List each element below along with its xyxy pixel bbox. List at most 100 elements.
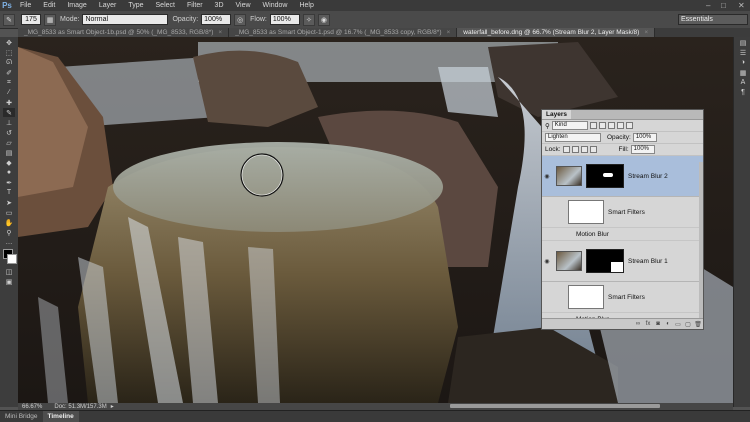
type-tool-icon[interactable]: T xyxy=(3,188,15,197)
crop-tool-icon[interactable]: ⌗ xyxy=(3,78,15,87)
delete-layer-icon[interactable]: 🗑 xyxy=(693,321,703,328)
layers-panel-title[interactable]: Layers xyxy=(542,110,571,119)
properties-panel-icon[interactable]: ☰ xyxy=(737,48,749,57)
layer-fill-field[interactable]: 100% xyxy=(630,145,655,154)
filter-adjustment-icon[interactable] xyxy=(598,122,606,129)
brush-tool-icon[interactable]: ✎ xyxy=(3,108,15,117)
quick-select-tool-icon[interactable]: ✐ xyxy=(3,68,15,77)
visibility-eye-icon[interactable]: ◉ xyxy=(542,258,552,265)
layer-stream-blur-2[interactable]: ◉ Stream Blur 2 xyxy=(542,156,703,197)
maximize-button[interactable]: □ xyxy=(721,0,726,11)
menu-3d[interactable]: 3D xyxy=(209,0,230,11)
menu-layer[interactable]: Layer xyxy=(93,0,123,11)
screen-mode-icon[interactable]: ▣ xyxy=(3,277,15,286)
tab-waterfall-before[interactable]: waterfall_before.dng @ 66.7% (Stream Blu… xyxy=(457,28,656,37)
pressure-size-icon[interactable]: ◉ xyxy=(317,13,330,26)
menu-select[interactable]: Select xyxy=(150,0,181,11)
menu-type[interactable]: Type xyxy=(122,0,149,11)
flow-field[interactable]: 100% xyxy=(269,14,300,25)
lock-position-icon[interactable] xyxy=(580,146,588,153)
lasso-tool-icon[interactable]: ᘏ xyxy=(3,58,15,67)
quick-mask-icon[interactable]: ◫ xyxy=(3,267,15,276)
menu-window[interactable]: Window xyxy=(257,0,294,11)
tab-mini-bridge[interactable]: Mini Bridge xyxy=(0,411,43,422)
shape-tool-icon[interactable]: ▭ xyxy=(3,208,15,217)
adjustments-panel-icon[interactable]: ◑ xyxy=(737,58,749,67)
menu-filter[interactable]: Filter xyxy=(181,0,209,11)
add-mask-icon[interactable]: ◙ xyxy=(653,321,663,327)
zoom-level[interactable]: 66.67% xyxy=(22,404,42,410)
swatches-panel-icon[interactable]: ▦ xyxy=(737,68,749,77)
hand-tool-icon[interactable]: ✋ xyxy=(3,218,15,227)
character-panel-icon[interactable]: A xyxy=(737,78,749,87)
eraser-tool-icon[interactable]: ▱ xyxy=(3,138,15,147)
lock-all-icon[interactable] xyxy=(589,146,597,153)
layer-stream-blur-1[interactable]: ◉ Stream Blur 1 xyxy=(542,241,703,282)
workspace-select[interactable]: Essentials xyxy=(678,14,748,25)
smart-filters-row[interactable]: Smart Filters xyxy=(542,282,703,313)
opacity-field[interactable]: 100% xyxy=(201,14,232,25)
new-group-icon[interactable]: ▭ xyxy=(673,321,683,328)
more-tools-icon[interactable]: … xyxy=(3,238,15,247)
close-icon[interactable]: × xyxy=(644,28,648,37)
color-swatches[interactable] xyxy=(0,249,18,265)
paragraph-panel-icon[interactable]: ¶ xyxy=(737,88,749,97)
horizontal-scrollbar[interactable] xyxy=(450,404,660,408)
menu-file[interactable]: File xyxy=(14,0,37,11)
tab-smart-object-1[interactable]: _MG_8533 as Smart Object-1.psd @ 16.7% (… xyxy=(229,28,458,37)
layer-style-icon[interactable]: fx xyxy=(643,321,653,327)
filter-pixel-icon[interactable] xyxy=(589,122,597,129)
pen-tool-icon[interactable]: ✒ xyxy=(3,178,15,187)
adjustment-layer-icon[interactable]: ◐ xyxy=(663,321,673,327)
motion-blur-filter-row[interactable]: Motion Blur xyxy=(542,228,703,241)
marquee-tool-icon[interactable]: ⬚ xyxy=(3,48,15,57)
menu-image[interactable]: Image xyxy=(61,0,92,11)
layer-name[interactable]: Stream Blur 2 xyxy=(628,173,668,180)
gradient-tool-icon[interactable]: ▤ xyxy=(3,148,15,157)
layer-opacity-field[interactable]: 100% xyxy=(632,133,657,142)
tab-timeline[interactable]: Timeline xyxy=(42,411,79,422)
path-selection-tool-icon[interactable]: ➤ xyxy=(3,198,15,207)
smart-filters-row[interactable]: Smart Filters xyxy=(542,197,703,228)
new-layer-icon[interactable]: ▢ xyxy=(683,321,693,328)
filter-type-icon[interactable] xyxy=(607,122,615,129)
minimize-button[interactable]: – xyxy=(706,0,710,11)
blur-tool-icon[interactable]: ◆ xyxy=(3,158,15,167)
layers-panel-header: Layers xyxy=(542,110,703,120)
history-brush-tool-icon[interactable]: ↺ xyxy=(3,128,15,137)
lock-image-icon[interactable] xyxy=(571,146,579,153)
layer-mask-thumbnail[interactable] xyxy=(586,249,624,273)
layers-scrollbar[interactable] xyxy=(699,162,703,320)
pressure-opacity-icon[interactable]: ◎ xyxy=(234,13,247,26)
close-button[interactable]: ✕ xyxy=(738,0,745,11)
blend-mode-select[interactable]: Lighten xyxy=(545,133,601,142)
filter-smart-object-icon[interactable] xyxy=(625,122,633,129)
dodge-tool-icon[interactable]: ● xyxy=(3,168,15,177)
layer-mask-thumbnail[interactable] xyxy=(586,164,624,188)
close-icon[interactable]: × xyxy=(447,28,451,37)
move-tool-icon[interactable]: ✥ xyxy=(3,38,15,47)
visibility-eye-icon[interactable]: ◉ xyxy=(542,173,552,180)
brush-tool-preset-icon[interactable]: ✎ xyxy=(3,13,15,26)
menu-view[interactable]: View xyxy=(230,0,257,11)
tab-smart-object-1b[interactable]: _MG_8533 as Smart Object-1b.psd @ 50% (_… xyxy=(18,28,230,37)
clone-stamp-tool-icon[interactable]: ⊥ xyxy=(3,118,15,127)
lock-transparent-icon[interactable] xyxy=(562,146,570,153)
close-icon[interactable]: × xyxy=(218,28,222,37)
eyedropper-tool-icon[interactable]: ⁄ xyxy=(3,88,15,97)
airbrush-icon[interactable]: ✧ xyxy=(302,13,315,26)
history-panel-icon[interactable]: ▤ xyxy=(737,38,749,47)
brush-panel-icon[interactable]: ▦ xyxy=(44,13,56,26)
zoom-tool-icon[interactable]: ⚲ xyxy=(3,228,15,237)
menu-help[interactable]: Help xyxy=(293,0,319,11)
layer-name[interactable]: Stream Blur 1 xyxy=(628,258,668,265)
lock-label: Lock: xyxy=(545,146,561,153)
healing-brush-tool-icon[interactable]: ✚ xyxy=(3,98,15,107)
filter-shape-icon[interactable] xyxy=(616,122,624,129)
brush-size-field[interactable]: 175 xyxy=(21,14,41,25)
filter-kind-select[interactable]: Kind xyxy=(551,121,588,130)
menu-edit[interactable]: Edit xyxy=(37,0,61,11)
link-layers-icon[interactable]: ∞ xyxy=(633,321,643,327)
status-menu-arrow-icon[interactable]: ▸ xyxy=(111,403,114,410)
mode-select[interactable]: Normal xyxy=(82,14,169,25)
